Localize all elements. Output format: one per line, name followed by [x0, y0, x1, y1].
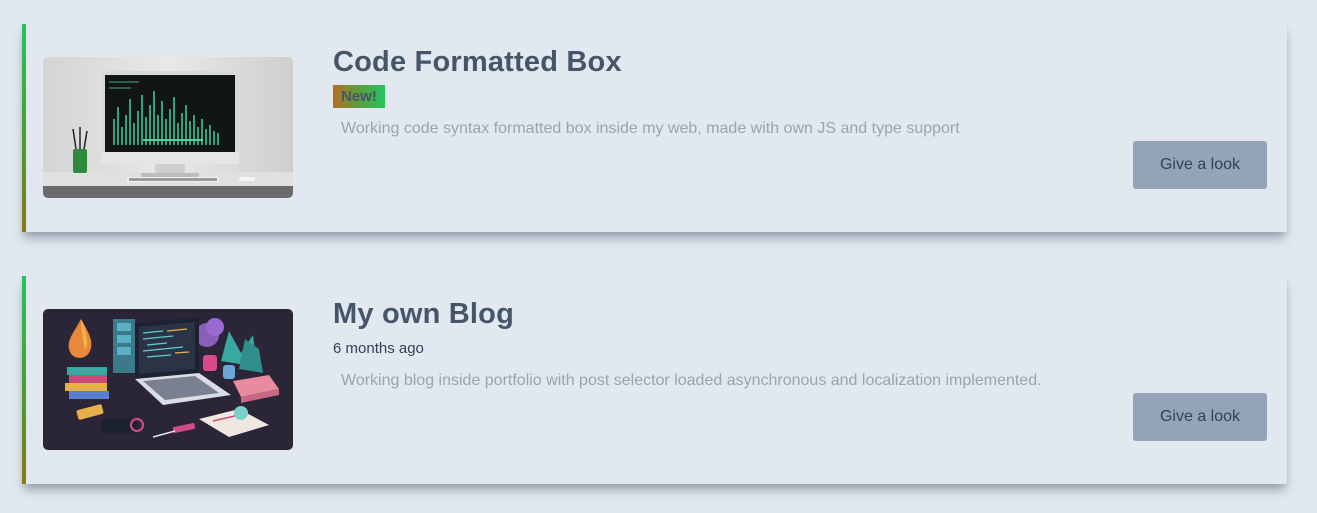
project-thumbnail-desktop — [43, 57, 293, 198]
card-accent-bar — [22, 276, 26, 484]
project-title: Code Formatted Box — [333, 46, 622, 78]
project-title: My own Blog — [333, 298, 515, 330]
card-accent-bar — [22, 24, 26, 232]
new-badge: New! — [333, 85, 385, 108]
project-card: Code Formatted Box New! Working code syn… — [22, 24, 1287, 232]
project-description: Working code syntax formatted box inside… — [341, 120, 960, 137]
project-thumbnail-laptop — [43, 309, 293, 450]
give-a-look-button[interactable]: Give a look — [1133, 141, 1267, 189]
project-date: 6 months ago — [333, 340, 424, 357]
project-description: Working blog inside portfolio with post … — [341, 372, 1042, 389]
project-card: My own Blog 6 months ago Working blog in… — [22, 276, 1287, 484]
give-a-look-button[interactable]: Give a look — [1133, 393, 1267, 441]
